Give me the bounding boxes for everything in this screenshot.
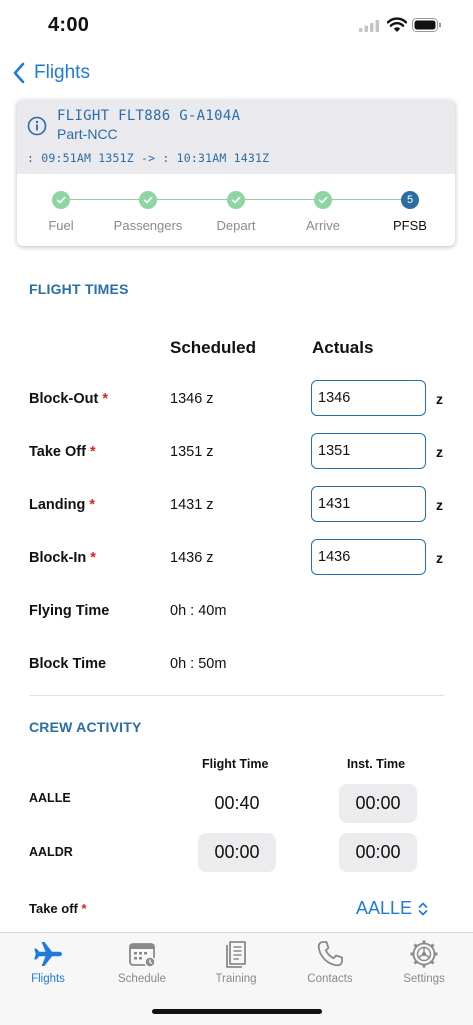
crew-activity-title: CREW ACTIVITY bbox=[29, 719, 142, 735]
back-label: Flights bbox=[34, 62, 90, 83]
step-number: 5 bbox=[401, 191, 419, 209]
crew-name: AALLE bbox=[29, 791, 71, 805]
row-label-text: Landing bbox=[29, 497, 86, 513]
crew-flight-time[interactable]: 00:40 bbox=[198, 793, 276, 814]
scheduled-column-header: Scheduled bbox=[170, 338, 256, 357]
takeoff-label-text: Take off bbox=[29, 901, 78, 916]
take-off-unit: z bbox=[436, 444, 443, 460]
section-divider bbox=[29, 695, 444, 696]
takeoff-pilot-select[interactable]: AALLE bbox=[356, 898, 429, 919]
crew-inst-time-button[interactable]: 00:00 bbox=[339, 784, 417, 823]
row-label-text: Take Off bbox=[29, 444, 86, 460]
required-marker: * bbox=[89, 444, 96, 460]
tab-label: Contacts bbox=[307, 973, 353, 985]
book-icon bbox=[226, 941, 246, 968]
take-off-actual-input[interactable] bbox=[311, 433, 426, 469]
tab-settings[interactable]: Settings bbox=[384, 939, 464, 985]
row-label-text: Block-In bbox=[29, 550, 87, 566]
required-marker: * bbox=[89, 497, 96, 513]
airplane-icon bbox=[34, 942, 62, 966]
calendar-icon bbox=[129, 943, 156, 968]
tab-label: Settings bbox=[403, 973, 445, 985]
step-label: Arrive bbox=[306, 218, 340, 233]
flight-time-column-header: Flight Time bbox=[202, 757, 269, 771]
landing-scheduled: 1431 z bbox=[170, 497, 214, 513]
flight-card: FLIGHT FLT886 G-A104A Part-NCC : 09:51AM… bbox=[17, 100, 455, 246]
tab-contacts[interactable]: Contacts bbox=[290, 939, 370, 985]
step-depart[interactable]: Depart bbox=[196, 191, 276, 233]
row-label-text: Block-Out bbox=[29, 391, 99, 407]
chevron-left-icon bbox=[13, 62, 25, 84]
required-marker: * bbox=[81, 901, 87, 916]
landing-label: Landing * bbox=[29, 497, 95, 513]
block-in-unit: z bbox=[436, 550, 443, 566]
landing-unit: z bbox=[436, 497, 443, 513]
step-label: Depart bbox=[216, 218, 256, 233]
step-label: PFSB bbox=[393, 218, 427, 233]
take-off-scheduled: 1351 z bbox=[170, 444, 214, 460]
crew-inst-time-button[interactable]: 00:00 bbox=[339, 833, 417, 872]
step-label: Passengers bbox=[113, 218, 183, 233]
flight-times-title: FLIGHT TIMES bbox=[29, 281, 129, 297]
phone-icon bbox=[317, 941, 343, 967]
landing-actual-input[interactable] bbox=[311, 486, 426, 522]
actuals-column-header: Actuals bbox=[312, 338, 374, 357]
crew-flight-time-button[interactable]: 00:00 bbox=[198, 833, 276, 872]
block-out-unit: z bbox=[436, 391, 443, 407]
wifi-icon bbox=[387, 17, 407, 32]
block-in-scheduled: 1436 z bbox=[170, 550, 214, 566]
chevron-up-down-icon bbox=[418, 902, 428, 915]
tab-schedule[interactable]: Schedule bbox=[102, 939, 182, 985]
block-out-actual-input[interactable] bbox=[311, 380, 426, 416]
block-out-scheduled: 1346 z bbox=[170, 391, 214, 407]
step-arrive[interactable]: Arrive bbox=[283, 191, 363, 233]
info-icon[interactable] bbox=[27, 116, 47, 136]
step-fuel[interactable]: Fuel bbox=[21, 191, 101, 233]
checkmark-icon bbox=[227, 191, 245, 209]
block-time-label: Block Time bbox=[29, 656, 107, 672]
required-marker: * bbox=[102, 391, 108, 407]
flight-title: FLIGHT FLT886 G-A104A bbox=[57, 108, 241, 124]
required-marker: * bbox=[90, 550, 96, 566]
block-time-value: 0h : 50m bbox=[170, 656, 227, 672]
crew-name: AALDR bbox=[29, 845, 73, 859]
home-indicator bbox=[152, 1009, 322, 1014]
block-in-label: Block-In * bbox=[29, 550, 96, 566]
battery-icon bbox=[412, 18, 441, 32]
takeoff-pilot-value: AALLE bbox=[356, 898, 413, 918]
step-label: Fuel bbox=[48, 218, 74, 233]
checkmark-icon bbox=[52, 191, 70, 209]
back-button[interactable]: Flights bbox=[12, 62, 90, 84]
block-out-label: Block-Out * bbox=[29, 391, 108, 407]
tab-label: Flights bbox=[31, 973, 65, 985]
take-off-label: Take Off * bbox=[29, 444, 96, 460]
tab-flights[interactable]: Flights bbox=[8, 939, 88, 985]
flying-time-label: Flying Time bbox=[29, 603, 110, 619]
block-in-actual-input[interactable] bbox=[311, 539, 426, 575]
flight-schedule-times: : 09:51AM 1351Z -> : 10:31AM 1431Z bbox=[27, 151, 270, 165]
inst-time-column-header: Inst. Time bbox=[347, 757, 406, 771]
tab-training[interactable]: Training bbox=[196, 939, 276, 985]
status-time: 4:00 bbox=[48, 14, 90, 36]
tab-label: Training bbox=[215, 973, 257, 985]
checkmark-icon bbox=[314, 191, 332, 209]
step-pfsb[interactable]: 5 PFSB bbox=[370, 191, 450, 233]
cellular-signal-icon bbox=[359, 20, 379, 32]
flight-type: Part-NCC bbox=[57, 126, 118, 142]
checkmark-icon bbox=[139, 191, 157, 209]
takeoff-pilot-label: Take off * bbox=[29, 901, 87, 916]
tab-label: Schedule bbox=[118, 973, 166, 985]
flying-time-value: 0h : 40m bbox=[170, 603, 227, 619]
step-passengers[interactable]: Passengers bbox=[108, 191, 188, 233]
gear-icon bbox=[410, 940, 438, 968]
